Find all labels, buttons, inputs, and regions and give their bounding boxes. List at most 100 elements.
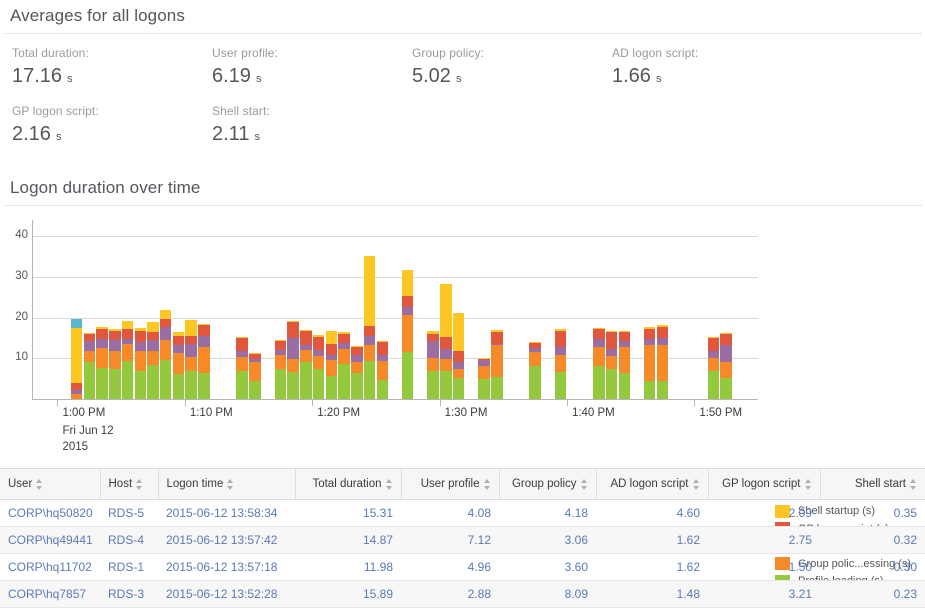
- chart-bar[interactable]: [160, 310, 172, 399]
- table-cell[interactable]: 0.30: [820, 554, 925, 581]
- table-cell[interactable]: 3.21: [708, 581, 820, 608]
- chart-bar[interactable]: [249, 353, 261, 399]
- chart-bar[interactable]: [338, 332, 350, 399]
- chart-bar[interactable]: [326, 331, 338, 399]
- chart-bar[interactable]: [491, 330, 503, 399]
- table-cell[interactable]: 7.12: [401, 527, 499, 554]
- table-cell[interactable]: 1.50: [708, 554, 820, 581]
- chart-bar[interactable]: [478, 358, 490, 399]
- chart-bar[interactable]: [427, 331, 439, 399]
- table-cell[interactable]: 2.88: [401, 581, 499, 608]
- sort-arrows-icon[interactable]: [386, 479, 393, 490]
- chart-bar[interactable]: [377, 341, 389, 399]
- chart-bar[interactable]: [122, 321, 134, 399]
- chart-bar[interactable]: [313, 335, 325, 399]
- table-cell[interactable]: 11.98: [295, 554, 401, 581]
- logon-duration-chart: 10203040 1:00 PM1:10 PM1:20 PM1:30 PM1:4…: [0, 206, 925, 471]
- chart-bar[interactable]: [198, 324, 210, 399]
- table-cell[interactable]: 1.48: [596, 581, 708, 608]
- table-cell[interactable]: 2015-06-12 13:57:42: [158, 527, 295, 554]
- sort-arrows-icon[interactable]: [581, 479, 588, 490]
- table-cell[interactable]: 4.08: [401, 500, 499, 527]
- table-cell[interactable]: 14.87: [295, 527, 401, 554]
- table-cell[interactable]: RDS-4: [100, 527, 158, 554]
- table-cell[interactable]: 3.60: [499, 554, 596, 581]
- column-header-total-duration[interactable]: Total duration: [295, 469, 401, 500]
- table-cell[interactable]: 15.31: [295, 500, 401, 527]
- column-header-group-policy[interactable]: Group policy: [499, 469, 596, 500]
- chart-bar[interactable]: [275, 340, 287, 399]
- sort-arrows-icon[interactable]: [484, 479, 491, 490]
- table-row[interactable]: CORP\hq50820RDS-52015-06-12 13:58:3415.3…: [0, 500, 925, 527]
- chart-bar[interactable]: [364, 256, 376, 399]
- table-cell[interactable]: 3.06: [499, 527, 596, 554]
- chart-bar[interactable]: [287, 321, 299, 399]
- table-cell[interactable]: 2015-06-12 13:52:28: [158, 581, 295, 608]
- table-cell[interactable]: CORP\hq50820: [0, 500, 100, 527]
- table-cell[interactable]: CORP\hq7857: [0, 581, 100, 608]
- table-cell[interactable]: RDS-5: [100, 500, 158, 527]
- chart-bar[interactable]: [453, 313, 465, 399]
- column-header-gp-logon-script[interactable]: GP logon script: [708, 469, 820, 500]
- chart-bar[interactable]: [657, 325, 669, 399]
- chart-bar[interactable]: [300, 330, 312, 399]
- table-cell[interactable]: 8.09: [499, 581, 596, 608]
- chart-bar[interactable]: [185, 320, 197, 399]
- chart-bar[interactable]: [593, 328, 605, 399]
- table-cell[interactable]: RDS-1: [100, 554, 158, 581]
- chart-bar[interactable]: [529, 342, 541, 399]
- chart-bar[interactable]: [109, 329, 121, 399]
- chart-bar[interactable]: [606, 331, 618, 399]
- table-cell[interactable]: 1.62: [596, 527, 708, 554]
- table-cell[interactable]: 4.18: [499, 500, 596, 527]
- table-cell[interactable]: 2.75: [708, 527, 820, 554]
- sort-arrows-icon[interactable]: [136, 479, 143, 490]
- table-cell[interactable]: CORP\hq49441: [0, 527, 100, 554]
- sort-arrows-icon[interactable]: [36, 479, 43, 490]
- column-header-logon-time[interactable]: Logon time: [158, 469, 295, 500]
- table-cell[interactable]: RDS-3: [100, 581, 158, 608]
- bar-segment-gp-logon-script: [644, 329, 656, 339]
- sort-arrows-icon[interactable]: [693, 479, 700, 490]
- chart-bar[interactable]: [619, 331, 631, 399]
- column-header-host[interactable]: Host: [100, 469, 158, 500]
- table-cell[interactable]: 1.62: [596, 554, 708, 581]
- chart-bar[interactable]: [440, 284, 452, 399]
- table-row[interactable]: CORP\hq11702RDS-12015-06-12 13:57:1811.9…: [0, 554, 925, 581]
- chart-bar[interactable]: [708, 337, 720, 399]
- sort-arrows-icon[interactable]: [805, 479, 812, 490]
- column-header-user[interactable]: User: [0, 469, 100, 500]
- column-header-user-profile[interactable]: User profile: [401, 469, 499, 500]
- chart-bar[interactable]: [147, 322, 159, 399]
- chart-bar[interactable]: [555, 329, 567, 399]
- bar-segment-group-policy: [300, 350, 312, 362]
- table-cell[interactable]: 2015-06-12 13:58:34: [158, 500, 295, 527]
- bar-segment-group-policy: [160, 340, 172, 360]
- chart-bar[interactable]: [71, 319, 83, 399]
- chart-bar[interactable]: [644, 327, 656, 399]
- sort-arrows-icon[interactable]: [910, 479, 917, 490]
- column-header-ad-logon-script[interactable]: AD logon script: [596, 469, 708, 500]
- chart-bar[interactable]: [84, 333, 96, 399]
- chart-bar[interactable]: [173, 332, 185, 399]
- chart-bar[interactable]: [96, 327, 108, 399]
- table-cell[interactable]: 0.32: [820, 527, 925, 554]
- chart-bar[interactable]: [402, 270, 414, 399]
- table-cell[interactable]: 2015-06-12 13:57:18: [158, 554, 295, 581]
- table-cell[interactable]: CORP\hq11702: [0, 554, 100, 581]
- table-cell[interactable]: 0.23: [820, 581, 925, 608]
- column-header-inner: Total duration: [304, 478, 393, 490]
- table-cell[interactable]: 4.96: [401, 554, 499, 581]
- table-cell[interactable]: 15.89: [295, 581, 401, 608]
- chart-bar[interactable]: [351, 346, 363, 399]
- chart-bar[interactable]: [236, 337, 248, 399]
- table-row[interactable]: CORP\hq49441RDS-42015-06-12 13:57:4214.8…: [0, 527, 925, 554]
- table-cell[interactable]: 0.35: [820, 500, 925, 527]
- chart-bar[interactable]: [135, 328, 147, 399]
- table-row[interactable]: CORP\hq7857RDS-32015-06-12 13:52:2815.89…: [0, 581, 925, 608]
- table-cell[interactable]: 2.09: [708, 500, 820, 527]
- sort-arrows-icon[interactable]: [227, 479, 234, 490]
- chart-bar[interactable]: [720, 333, 732, 399]
- column-header-shell-start[interactable]: Shell start: [820, 469, 925, 500]
- table-cell[interactable]: 4.60: [596, 500, 708, 527]
